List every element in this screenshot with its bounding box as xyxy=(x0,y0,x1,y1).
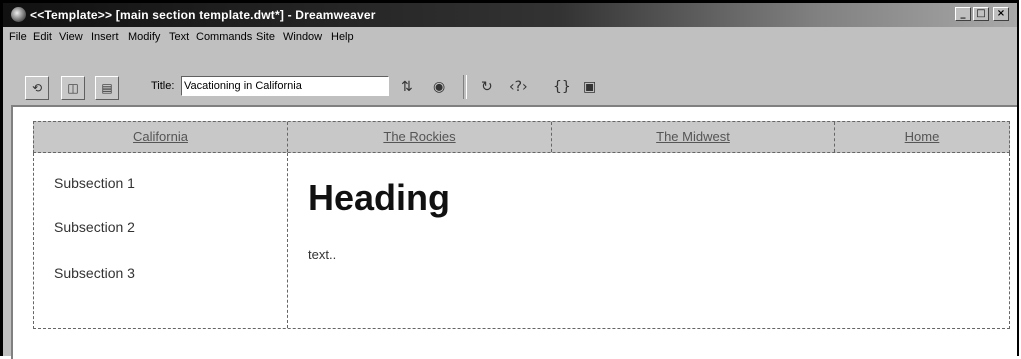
subsection-2-link[interactable]: Subsection 2 xyxy=(54,219,135,235)
title-label: Title: xyxy=(151,80,175,92)
refresh-icon[interactable]: ↻ xyxy=(481,78,493,96)
page-title-field[interactable]: Vacationing in California xyxy=(181,76,389,96)
menu-bar: File Edit View Insert Modify Text Comman… xyxy=(3,29,1017,47)
toolbar-separator xyxy=(463,75,467,99)
maximize-button[interactable]: □ xyxy=(973,7,989,21)
reference-icon[interactable]: ‹?› xyxy=(509,78,528,96)
document-toolbar: ⟲ ◫ ▤ Title: Vacationing in California ⇅… xyxy=(3,47,1017,101)
file-management-icon[interactable]: ⇅ xyxy=(401,78,413,96)
nav-bar: California The Rockies The Midwest Home xyxy=(33,121,1010,153)
menu-text[interactable]: Text xyxy=(169,31,189,43)
content-table: Subsection 1 Subsection 2 Subsection 3 H… xyxy=(33,153,1010,329)
code-view-icon[interactable]: ⟲ xyxy=(25,76,49,100)
content-heading[interactable]: Heading xyxy=(308,177,450,219)
content-body-text[interactable]: text.. xyxy=(308,247,336,262)
design-view-icon[interactable]: ▤ xyxy=(95,76,119,100)
nav-link-the-midwest[interactable]: The Midwest xyxy=(552,122,834,152)
view-options-icon[interactable]: ▣ xyxy=(583,78,596,96)
menu-site[interactable]: Site xyxy=(256,31,275,43)
menu-view[interactable]: View xyxy=(59,31,83,43)
nav-link-the-rockies[interactable]: The Rockies xyxy=(288,122,551,152)
title-bar[interactable]: <<Template>> [main section template.dwt*… xyxy=(3,3,1017,27)
sidebar-column: Subsection 1 Subsection 2 Subsection 3 xyxy=(34,153,288,328)
menu-commands[interactable]: Commands xyxy=(196,31,252,43)
window-title: <<Template>> [main section template.dwt*… xyxy=(30,8,376,22)
menu-edit[interactable]: Edit xyxy=(33,31,52,43)
menu-file[interactable]: File xyxy=(9,31,27,43)
dreamweaver-window: <<Template>> [main section template.dwt*… xyxy=(0,0,1019,359)
nav-link-home[interactable]: Home xyxy=(835,122,1009,152)
menu-help[interactable]: Help xyxy=(331,31,354,43)
subsection-3-link[interactable]: Subsection 3 xyxy=(54,265,135,281)
window-controls: _ □ × xyxy=(955,7,1009,21)
document-window: California The Rockies The Midwest Home … xyxy=(11,105,1017,359)
subsection-1-link[interactable]: Subsection 1 xyxy=(54,175,135,191)
dreamweaver-app-icon xyxy=(11,7,26,22)
nav-link-california[interactable]: California xyxy=(34,122,287,152)
close-button[interactable]: × xyxy=(993,7,1009,21)
code-navigation-icon[interactable]: {} xyxy=(553,78,571,96)
split-view-icon[interactable]: ◫ xyxy=(61,76,85,100)
menu-window[interactable]: Window xyxy=(283,31,322,43)
menu-modify[interactable]: Modify xyxy=(128,31,160,43)
menu-insert[interactable]: Insert xyxy=(91,31,119,43)
minimize-button[interactable]: _ xyxy=(955,7,971,21)
preview-browser-icon[interactable]: ◉ xyxy=(433,78,445,96)
